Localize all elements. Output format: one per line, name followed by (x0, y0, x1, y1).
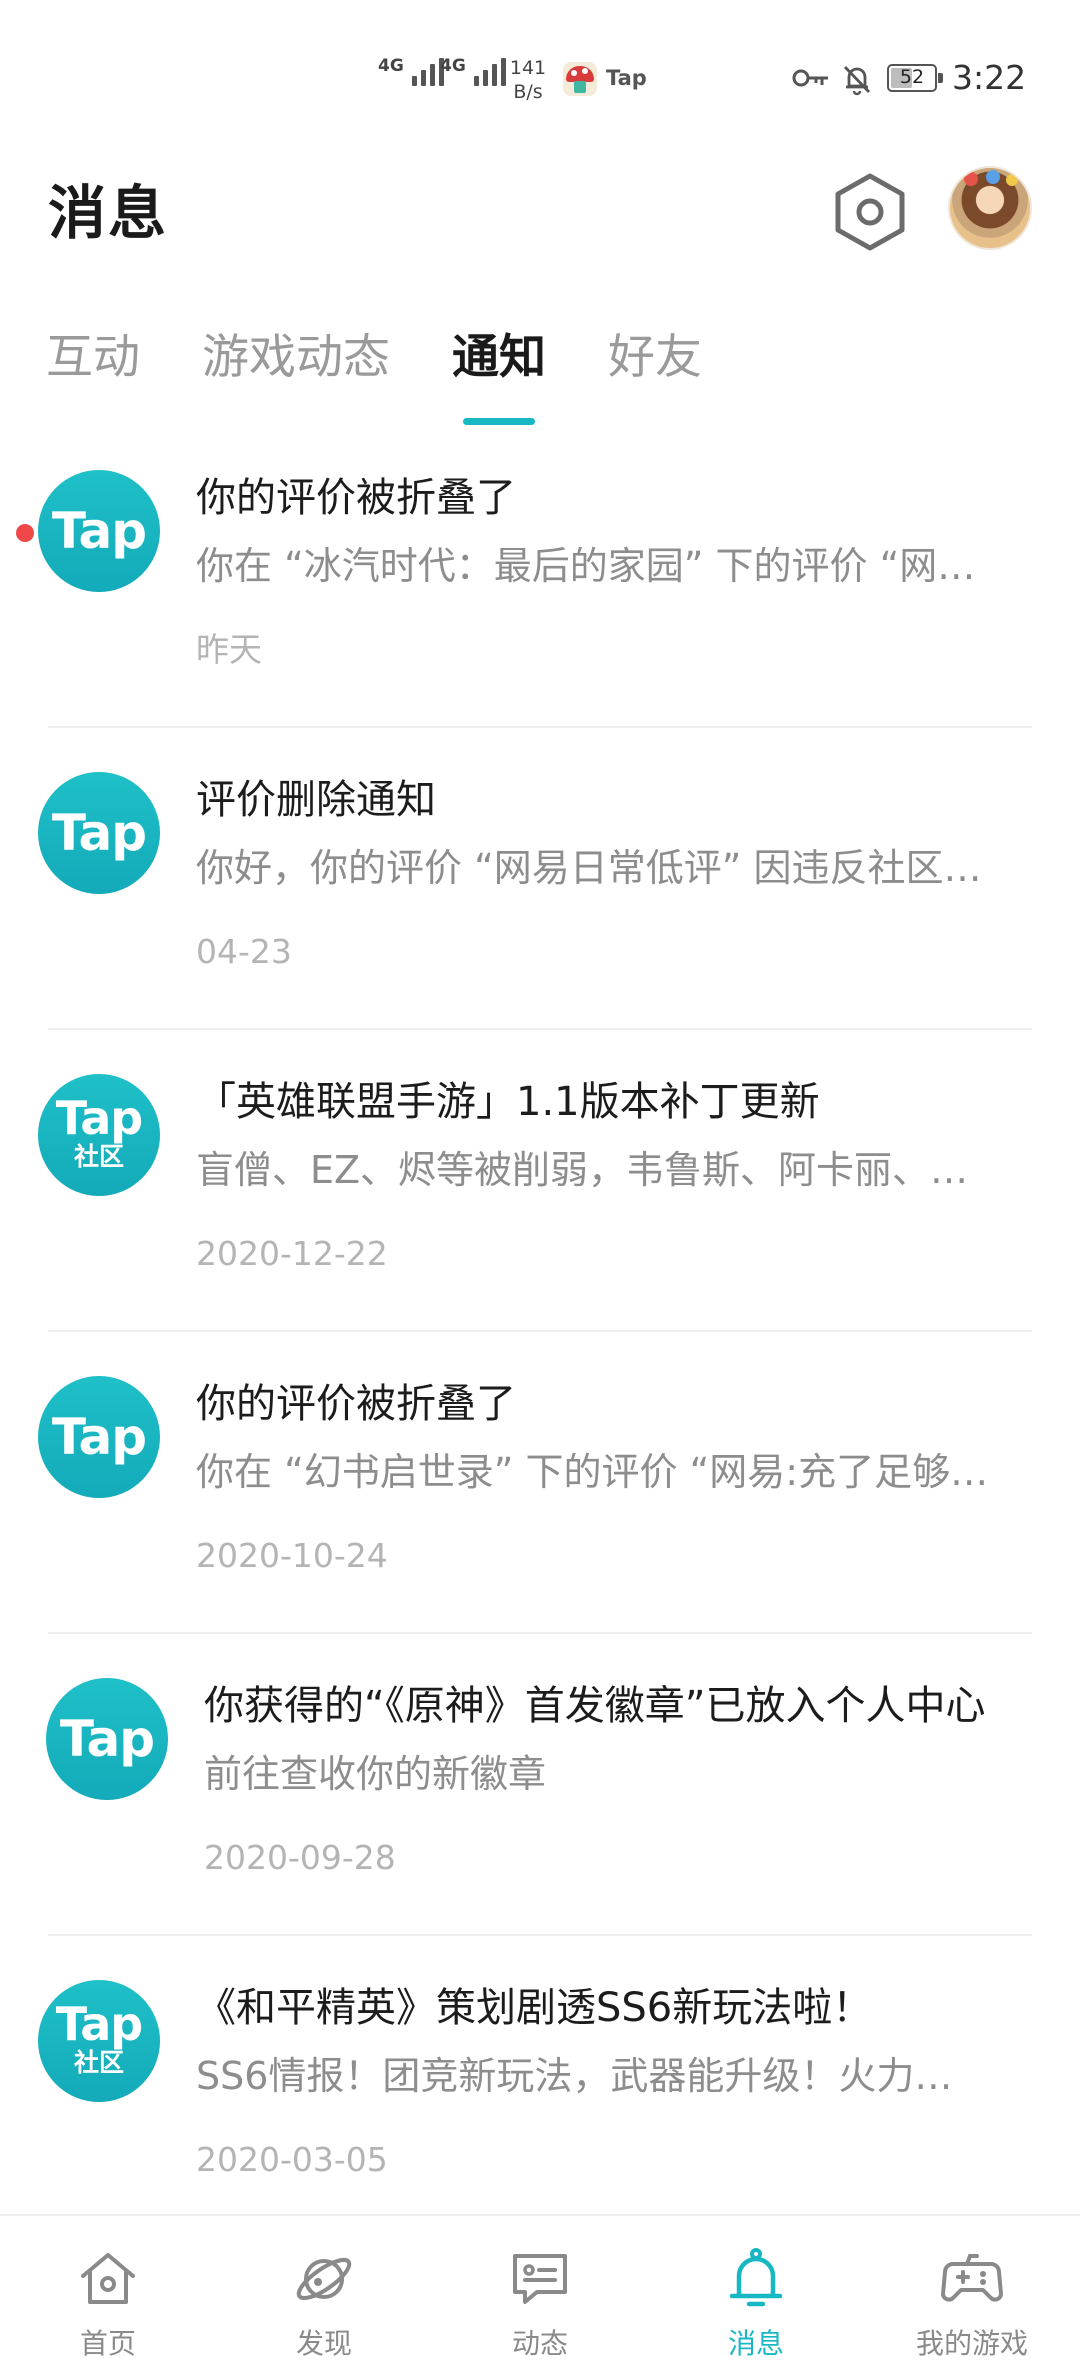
status-time: 3:22 (952, 58, 1027, 97)
page-title: 消息 (48, 179, 169, 247)
nav-home[interactable]: 首页 (0, 2216, 216, 2376)
notification-date: 04-23 (196, 932, 292, 971)
notification-desc: 你在 “冰汽时代：最后的家园” 下的评价 “网… (196, 544, 976, 588)
notification-desc: 你好，你的评价 “网易日常低评” 因违反社区… (196, 846, 982, 890)
bell-muted-icon (843, 66, 871, 96)
tap-app-notification-label: Tap (606, 66, 647, 90)
nav-messages[interactable]: 消息 (648, 2216, 864, 2376)
notification-date: 2020-12-22 (196, 1234, 388, 1273)
message-tabs: 互动 游戏动态 通知 好友 (46, 326, 764, 425)
battery-icon: 52 (887, 64, 943, 92)
nav-my-games[interactable]: 我的游戏 (864, 2216, 1080, 2376)
tap-logo-icon: Tap (38, 470, 160, 592)
status-bar: 4G 4G 141 B/s Tap 52 3:22 (0, 0, 1080, 150)
nav-label: 消息 (727, 2327, 784, 2360)
notification-title: 《和平精英》策划剧透SS6新玩法啦！ (196, 1985, 873, 2031)
tap-logo-icon: Tap (38, 772, 160, 894)
unread-dot (16, 524, 34, 542)
notification-title: 你的评价被折叠了 (196, 1381, 516, 1427)
user-avatar[interactable] (948, 166, 1032, 250)
nav-label: 动态 (511, 2327, 568, 2360)
notification-list: Tap 你的评价被折叠了 你在 “冰汽时代：最后的家园” 下的评价 “网… 昨天… (0, 426, 1080, 2238)
battery-level: 52 (899, 66, 925, 88)
notification-title: 你获得的“《原神》首发徽章”已放入个人中心 (204, 1683, 986, 1729)
network-type-label: 4G (378, 56, 404, 76)
network-speed-value: 141 (509, 57, 547, 79)
tab-notifications[interactable]: 通知 (452, 326, 546, 425)
bottom-navigation: 首页 发现 动态 消息 我的游戏 (0, 2214, 1080, 2376)
tap-logo-icon: Tap (38, 1376, 160, 1498)
messages-screen: 4G 4G 141 B/s Tap 52 3:22 消息 互动 游戏动态 通知 … (0, 0, 1080, 2376)
notification-date: 2020-03-05 (196, 2140, 388, 2179)
network-speed-unit: B/s (513, 81, 543, 103)
notification-item[interactable]: Tap 你的评价被折叠了 你在 “幻书启世录” 下的评价 “网易:充了足够… 2… (0, 1332, 1080, 1634)
notification-item[interactable]: Tap 你的评价被折叠了 你在 “冰汽时代：最后的家园” 下的评价 “网… 昨天 (0, 426, 1080, 728)
notification-item[interactable]: Tap 社区 《和平精英》策划剧透SS6新玩法啦！ SS6情报！团竞新玩法，武器… (0, 1936, 1080, 2238)
settings-hexagon-icon (835, 173, 905, 251)
network-speed: 141 B/s (506, 56, 550, 104)
nav-label: 发现 (295, 2327, 352, 2360)
network-type-label-2: 4G (440, 56, 466, 76)
notification-title: 「英雄联盟手游」1.1版本补丁更新 (196, 1079, 820, 1125)
tab-interaction[interactable]: 互动 (46, 326, 140, 390)
notification-title: 你的评价被折叠了 (196, 475, 516, 521)
notification-desc: 你在 “幻书启世录” 下的评价 “网易:充了足够… (196, 1450, 989, 1494)
nav-discover[interactable]: 发现 (216, 2216, 432, 2376)
notification-desc: 盲僧、EZ、烬等被削弱，韦鲁斯、阿卡丽、… (196, 1148, 969, 1192)
settings-button[interactable] (832, 170, 908, 254)
cellular-signal-icon: 4G (378, 58, 444, 86)
gamepad-icon (941, 2254, 1003, 2302)
notification-item[interactable]: Tap 评价删除通知 你好，你的评价 “网易日常低评” 因违反社区… 04-23 (0, 728, 1080, 1030)
nav-label: 我的游戏 (915, 2327, 1028, 2360)
notification-item[interactable]: Tap 社区 「英雄联盟手游」1.1版本补丁更新 盲僧、EZ、烬等被削弱，韦鲁斯… (0, 1030, 1080, 1332)
chat-card-icon (513, 2254, 567, 2304)
bell-icon (729, 2248, 783, 2307)
tap-community-logo-icon: Tap 社区 (38, 1074, 160, 1196)
tap-community-logo-icon: Tap 社区 (38, 1980, 160, 2102)
tap-logo-icon: Tap (46, 1678, 168, 1800)
notification-title: 评价删除通知 (196, 777, 436, 823)
notification-desc: 前往查收你的新徽章 (204, 1752, 547, 1796)
tab-friends[interactable]: 好友 (608, 326, 702, 390)
notification-date: 昨天 (196, 630, 262, 669)
tab-game-news[interactable]: 游戏动态 (202, 326, 390, 390)
notification-desc: SS6情报！团竞新玩法，武器能升级！火力… (196, 2054, 953, 2098)
nav-label: 首页 (79, 2327, 136, 2360)
cellular-signal-2-icon: 4G (440, 58, 506, 86)
planet-icon (296, 2257, 352, 2301)
notification-date: 2020-09-28 (204, 1838, 396, 1877)
mushroom-app-icon (563, 62, 597, 96)
notification-item[interactable]: Tap 你获得的“《原神》首发徽章”已放入个人中心 前往查收你的新徽章 2020… (0, 1634, 1080, 1936)
notification-date: 2020-10-24 (196, 1536, 388, 1575)
home-icon (81, 2253, 135, 2304)
vpn-key-icon (792, 69, 828, 87)
active-tab-indicator (463, 418, 535, 425)
nav-feed[interactable]: 动态 (432, 2216, 648, 2376)
